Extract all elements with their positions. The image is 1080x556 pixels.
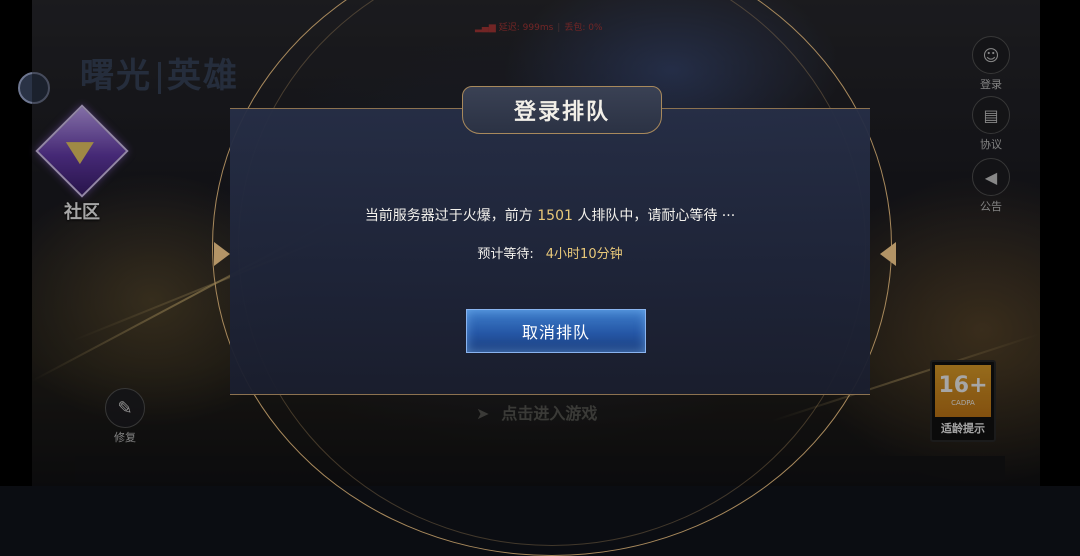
dialog-title-tab: 登录排队 [462, 86, 662, 134]
dialog-title: 登录排队 [513, 100, 610, 125]
message-prefix: 当前服务器过于火爆，前方 [364, 208, 533, 224]
estimated-wait: 预计等待: 4小时10分钟 [230, 243, 870, 262]
queue-count: 1501 [537, 208, 573, 224]
cancel-queue-button[interactable]: 取消排队 [466, 309, 646, 353]
wait-value: 4小时10分钟 [545, 247, 623, 262]
right-screen-edge [1040, 0, 1080, 486]
wait-label: 预计等待: [477, 247, 534, 262]
queue-message: 当前服务器过于火爆，前方 1501 人排队中，请耐心等待 ··· [230, 205, 870, 225]
frame-notch-left [214, 242, 230, 266]
frame-notch-right [880, 242, 896, 266]
message-suffix: 人排队中，请耐心等待 ··· [577, 208, 736, 224]
